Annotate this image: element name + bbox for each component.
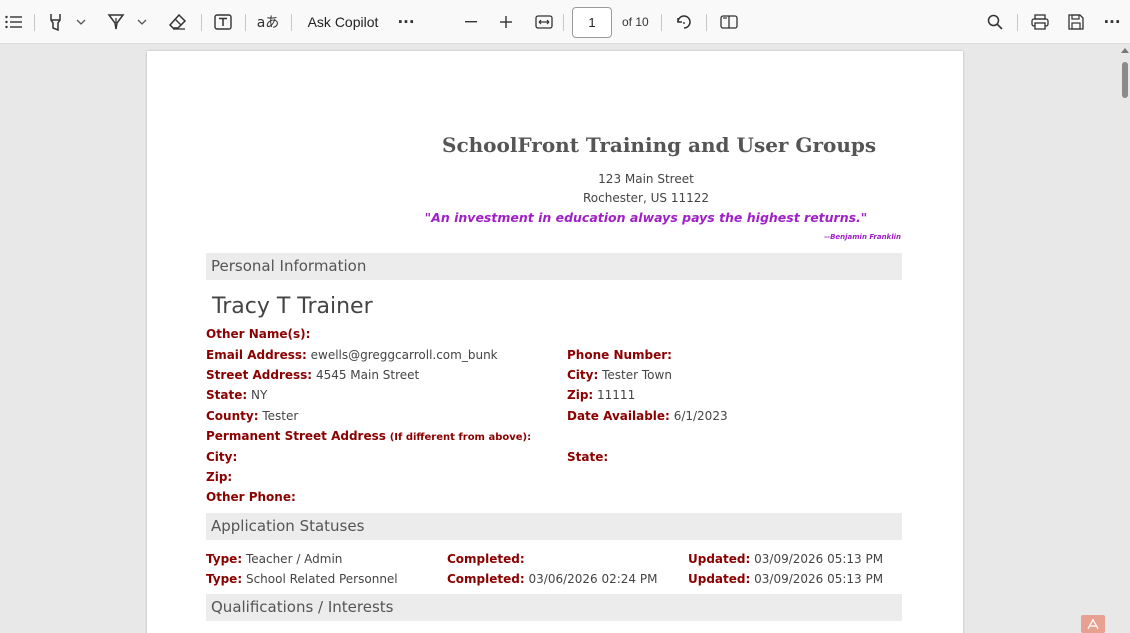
scroll-up-arrow[interactable] (1121, 48, 1129, 53)
read-aloud-button[interactable]: aあ (256, 0, 280, 44)
scroll-thumb[interactable] (1122, 62, 1128, 98)
status-updated: Updated: 03/09/2026 05:13 PM (688, 552, 884, 566)
qualifications-heading: Qualifications / Interests (206, 594, 902, 621)
permanent-state-field: State: (567, 450, 609, 464)
translate-icon: aあ (256, 15, 280, 31)
ask-copilot-label: Ask Copilot (307, 14, 379, 30)
more-icon: ··· (397, 13, 415, 31)
rotate-button[interactable] (674, 0, 694, 44)
rotate-icon (677, 15, 691, 29)
status-completed: Completed: (447, 552, 525, 566)
highlighter-icon (50, 14, 61, 31)
applicant-name: Tracy T Trainer (212, 294, 373, 319)
fit-to-width-button[interactable] (533, 0, 555, 44)
zip-field: Zip: 11111 (567, 388, 636, 402)
status-completed: Completed: 03/06/2026 02:24 PM (447, 572, 658, 586)
address-line-2: Rochester, US 11122 (582, 191, 710, 205)
permanent-street-field: Permanent Street Address (If different f… (206, 429, 532, 443)
pdf-page: SchoolFront Training and User Groups 123… (147, 51, 963, 633)
draw-button[interactable] (106, 0, 126, 44)
search-icon (987, 14, 1003, 30)
document-viewer[interactable]: SchoolFront Training and User Groups 123… (0, 44, 1120, 633)
zoom-out-button[interactable] (462, 0, 480, 44)
search-button[interactable] (985, 0, 1005, 44)
page-view-button[interactable] (719, 0, 739, 44)
pen-icon (107, 14, 125, 30)
highlight-button[interactable] (46, 0, 66, 44)
more-tools-button[interactable]: ··· (394, 0, 418, 44)
application-statuses-heading: Application Statuses (206, 513, 902, 540)
two-page-icon (720, 15, 738, 29)
erase-button[interactable] (168, 0, 188, 44)
county-field: County: Tester (206, 409, 299, 423)
eraser-icon (169, 14, 187, 30)
ask-copilot-button[interactable]: Ask Copilot (305, 0, 381, 44)
personal-info-heading: Personal Information (206, 253, 902, 280)
fit-width-icon (535, 15, 553, 29)
date-available-field: Date Available: 6/1/2023 (567, 409, 728, 423)
pdf-toolbar: aあ Ask Copilot ··· 1 of 10 ··· (0, 0, 1130, 44)
save-icon (1068, 14, 1084, 30)
other-names-field: Other Name(s): (206, 327, 311, 341)
contents-button[interactable] (4, 0, 24, 44)
permanent-city-field: City: (206, 450, 238, 464)
permanent-zip-field: Zip: (206, 470, 233, 484)
status-type: Type: Teacher / Admin (206, 552, 343, 566)
state-field: State: NY (206, 388, 268, 402)
chevron-down-icon (76, 19, 86, 25)
page-number-input[interactable]: 1 (572, 7, 612, 38)
org-title: SchoolFront Training and User Groups (442, 133, 877, 157)
save-button[interactable] (1066, 0, 1086, 44)
status-updated: Updated: 03/09/2026 05:13 PM (688, 572, 884, 586)
print-button[interactable] (1030, 0, 1050, 44)
page-count: of 10 (622, 15, 649, 29)
address-line-1: 123 Main Street (598, 172, 694, 186)
chevron-down-icon (137, 19, 147, 25)
more-icon: ··· (1103, 13, 1121, 31)
list-icon (5, 15, 22, 29)
draw-options-button[interactable] (135, 0, 149, 44)
phone-field: Phone Number: (567, 348, 672, 362)
plus-icon (500, 16, 512, 28)
vertical-scrollbar[interactable] (1120, 44, 1130, 633)
email-field: Email Address: ewells@greggcarroll.com_b… (206, 348, 498, 362)
settings-more-button[interactable]: ··· (1100, 0, 1124, 44)
status-type: Type: School Related Personnel (206, 572, 398, 586)
quote: "An investment in education always pays … (424, 210, 868, 225)
printer-icon (1031, 14, 1049, 30)
other-phone-field: Other Phone: (206, 490, 296, 504)
text-box-icon (214, 14, 232, 30)
street-field: Street Address: 4545 Main Street (206, 368, 420, 382)
city-field: City: Tester Town (567, 368, 672, 382)
minus-icon (465, 21, 477, 23)
highlight-options-button[interactable] (74, 0, 88, 44)
zoom-in-button[interactable] (497, 0, 515, 44)
quote-author: --Benjamin Franklin (824, 233, 901, 241)
pdf-icon (1081, 615, 1105, 633)
add-text-button[interactable] (213, 0, 233, 44)
